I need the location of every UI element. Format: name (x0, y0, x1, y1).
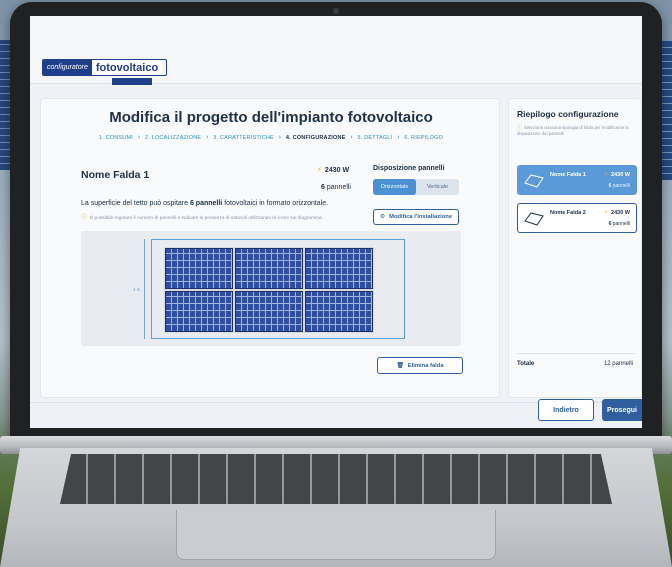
falda-card-count-number: 6 (608, 183, 612, 189)
surface-text-pre: La superficie del tetto può ospitare (81, 200, 190, 207)
bolt-icon: ⚡ (604, 210, 609, 216)
panels-grid (164, 247, 374, 333)
logo-mark: configuratore fotovoltaico (42, 59, 167, 76)
solar-panel[interactable] (165, 291, 233, 332)
chevron-right-icon: › (397, 134, 400, 141)
falda-title: Nome Falda 1 (81, 169, 150, 181)
falda-card-count: 6 pannelli (609, 221, 630, 227)
solar-panel[interactable] (165, 248, 233, 289)
gear-icon: ⚙ (379, 214, 386, 220)
camera-icon (333, 8, 339, 14)
step-configurazione[interactable]: 4. CONFIGURAZIONE (286, 135, 346, 141)
surface-text-bold: 6 pannelli (189, 200, 223, 207)
bolt-icon: ⚡ (317, 167, 322, 174)
summary-title: Riepilogo configurazione (517, 109, 619, 119)
delete-falda-label: Elimina falda (407, 362, 444, 369)
step-riepilogo[interactable]: 6. RIEPILOGO (404, 135, 443, 141)
logo-text-left: configuratore (43, 60, 92, 75)
dimension-label: 4 m (133, 287, 141, 292)
power-text: 2430 W (324, 167, 350, 174)
solar-panel[interactable] (235, 291, 303, 332)
info-icon: ⓘ (81, 215, 88, 221)
roof-icon (524, 174, 544, 188)
roof-diagram[interactable]: 4 m (81, 231, 461, 346)
step-dettagli[interactable]: 5. DETTAGLI (358, 135, 393, 141)
solar-panel[interactable] (305, 291, 373, 332)
disposition-label: Disposizione pannelli (373, 165, 445, 172)
laptop-lid: configuratore fotovoltaico Modifica il p… (10, 2, 662, 442)
chevron-right-icon: › (137, 134, 141, 141)
trash-icon: 🗑 (396, 362, 404, 369)
surface-text-post: fotovoltaici in formato orizzontale. (222, 200, 329, 207)
falda-card-1[interactable]: Nome Falda 1 ⚡ 2430 W 6 pannelli (517, 165, 637, 195)
delete-falda-button[interactable]: 🗑 Elimina falda (377, 357, 463, 374)
steps-breadcrumb: 1. CONSUMI › 2. LOCALIZZAZIONE › 3. CARA… (41, 134, 501, 141)
logo-sub-badge (112, 78, 152, 85)
step-localizzazione[interactable]: 2. LOCALIZZAZIONE (145, 135, 201, 141)
chevron-right-icon: › (205, 134, 209, 141)
back-button[interactable]: Indietro (538, 399, 594, 421)
next-button[interactable]: Prosegui (602, 399, 642, 421)
summary-hint: ⓘ Seleziona ciascuna tipologia di falda p… (517, 125, 637, 137)
modify-installation-label: Modifica l'installazione (389, 214, 453, 220)
falda-card-name: Nome Falda 2 (550, 210, 586, 216)
summary-hint-text: Seleziona ciascuna tipologia di falda pe… (517, 125, 629, 136)
roof-icon (524, 212, 544, 226)
hint-text: ⓘ È possibile regolare il numero di panne… (81, 212, 323, 221)
keyboard (60, 454, 612, 504)
panels-count-unit: pannelli (326, 184, 351, 191)
hint-content: È possibile regolare il numero di pannel… (90, 216, 324, 221)
step-caratteristiche[interactable]: 3. CARATTERISTICHE (213, 135, 274, 141)
toggle-verticale[interactable]: Verticale (416, 179, 459, 195)
solar-panel[interactable] (235, 248, 303, 289)
laptop-screen: configuratore fotovoltaico Modifica il p… (30, 16, 642, 428)
panels-count-number: 6 (321, 184, 325, 191)
falda-card-count: 6 pannelli (609, 183, 630, 189)
solar-panel[interactable] (305, 248, 373, 289)
top-bar: configuratore fotovoltaico (30, 16, 642, 85)
falda-card-count-number: 6 (608, 221, 612, 227)
modify-installation-button[interactable]: ⚙ Modifica l'installazione (373, 209, 459, 225)
disposition-toggle: Orizzontale Verticale (373, 179, 459, 195)
panels-count: 6 pannelli (321, 184, 351, 191)
surface-text: La superficie del tetto può ospitare 6 p… (81, 200, 328, 207)
falda-card-name: Nome Falda 1 (550, 172, 586, 178)
bolt-icon: ⚡ (604, 172, 609, 178)
falda-card-power: ⚡ 2430 W (604, 210, 630, 216)
divider (517, 353, 635, 354)
summary-sidebar: Riepilogo configurazione ⓘ Seleziona cias… (508, 98, 642, 398)
falda-card-power: ⚡ 2430 W (604, 172, 630, 178)
falda-card-count-unit: pannelli (612, 221, 630, 227)
dimension-line (144, 239, 145, 339)
step-consumi[interactable]: 1. CONSUMI (99, 135, 133, 141)
trackpad (176, 510, 496, 560)
logo-text-right: fotovoltaico (91, 60, 163, 75)
main-card: Modifica il progetto dell'impianto fotov… (40, 98, 500, 398)
falda-card-power-text: 2430 W (611, 210, 630, 216)
toggle-orizzontale[interactable]: Orizzontale (373, 179, 416, 195)
falda-card-2[interactable]: Nome Falda 2 ⚡ 2430 W 6 pannelli (517, 203, 637, 233)
chevron-right-icon: › (350, 134, 353, 141)
chevron-right-icon: › (278, 134, 282, 141)
logo[interactable]: configuratore fotovoltaico (42, 59, 167, 89)
power-value: ⚡ 2430 W (317, 166, 349, 174)
total-value: 12 pannelli (603, 361, 633, 367)
falda-card-power-text: 2430 W (611, 172, 630, 178)
page-title: Modifica il progetto dell'impianto fotov… (109, 109, 433, 126)
total-label: Totale (517, 361, 535, 367)
falda-card-count-unit: pannelli (612, 183, 630, 189)
